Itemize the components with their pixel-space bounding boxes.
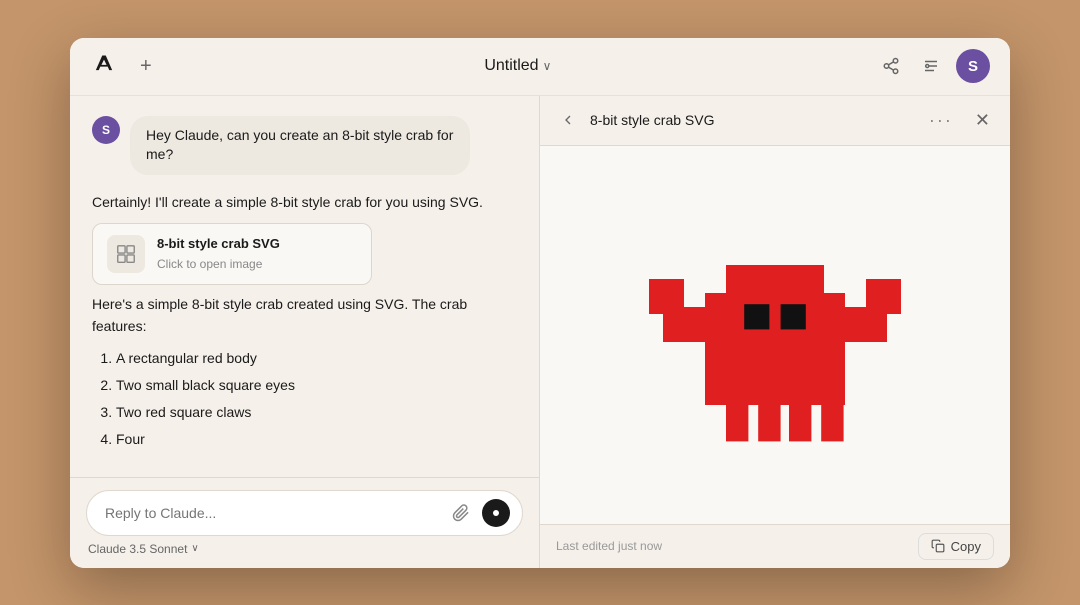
list-item: Two small black square eyes [116,375,517,396]
user-bubble: Hey Claude, can you create an 8-bit styl… [130,116,470,175]
title-bar-right: S [876,49,990,83]
artifact-subtitle: Click to open image [157,255,280,274]
model-chevron-icon: ∨ [191,543,198,554]
list-item: A rectangular red body [116,348,517,369]
attach-button[interactable] [448,500,474,526]
artifact-icon [107,235,145,273]
list-item: Two red square claws [116,402,517,423]
list-item: Four [116,429,517,450]
preview-header: 8-bit style crab SVG ··· ✕ [540,96,1010,146]
share-button[interactable] [876,51,906,81]
record-button[interactable] [482,499,510,527]
copy-button[interactable]: Copy [918,533,994,560]
title-bar-center: Untitled ∨ [484,57,551,75]
chat-panel: S Hey Claude, can you create an 8-bit st… [70,96,540,568]
features-list: A rectangular red body Two small black s… [92,348,517,450]
user-avatar-small: S [92,116,120,144]
artifact-title: 8-bit style crab SVG [157,234,280,255]
conversation-title: Untitled [484,57,538,75]
anthropic-logo [90,52,118,80]
title-bar-left: + [90,52,160,80]
preview-close-button[interactable]: ✕ [971,106,994,135]
main-content: S Hey Claude, can you create an 8-bit st… [70,96,1010,568]
copy-label: Copy [951,539,981,554]
title-bar: + Untitled ∨ S [70,38,1010,96]
model-label: Claude 3.5 Sonnet [88,542,187,556]
features-description: Here's a simple 8-bit style crab created… [92,293,517,338]
last-edited-label: Last edited just now [556,539,662,553]
preview-panel: 8-bit style crab SVG ··· ✕ [540,96,1010,568]
chat-input-box [86,490,523,536]
chat-input[interactable] [105,505,440,521]
assistant-message: Certainly! I'll create a simple 8-bit st… [92,191,517,477]
new-chat-button[interactable]: + [132,52,160,80]
title-chevron-icon: ∨ [543,59,552,73]
artifact-card[interactable]: 8-bit style crab SVG Click to open image [92,223,372,285]
preview-back-button[interactable] [556,108,580,132]
preview-title: 8-bit style crab SVG [590,112,911,128]
user-message: S Hey Claude, can you create an 8-bit st… [92,116,517,175]
preview-more-button[interactable]: ··· [921,106,961,135]
preview-footer: Last edited just now Copy [540,524,1010,568]
chat-messages: S Hey Claude, can you create an 8-bit st… [70,96,539,477]
chat-input-area: Claude 3.5 Sonnet ∨ [70,477,539,568]
user-avatar[interactable]: S [956,49,990,83]
settings-button[interactable] [916,51,946,81]
preview-content [540,146,1010,524]
assistant-intro: Certainly! I'll create a simple 8-bit st… [92,191,517,213]
artifact-info: 8-bit style crab SVG Click to open image [157,234,280,274]
model-selector[interactable]: Claude 3.5 Sonnet ∨ [86,536,523,556]
app-window: + Untitled ∨ S [70,38,1010,568]
crab-image [635,195,915,475]
